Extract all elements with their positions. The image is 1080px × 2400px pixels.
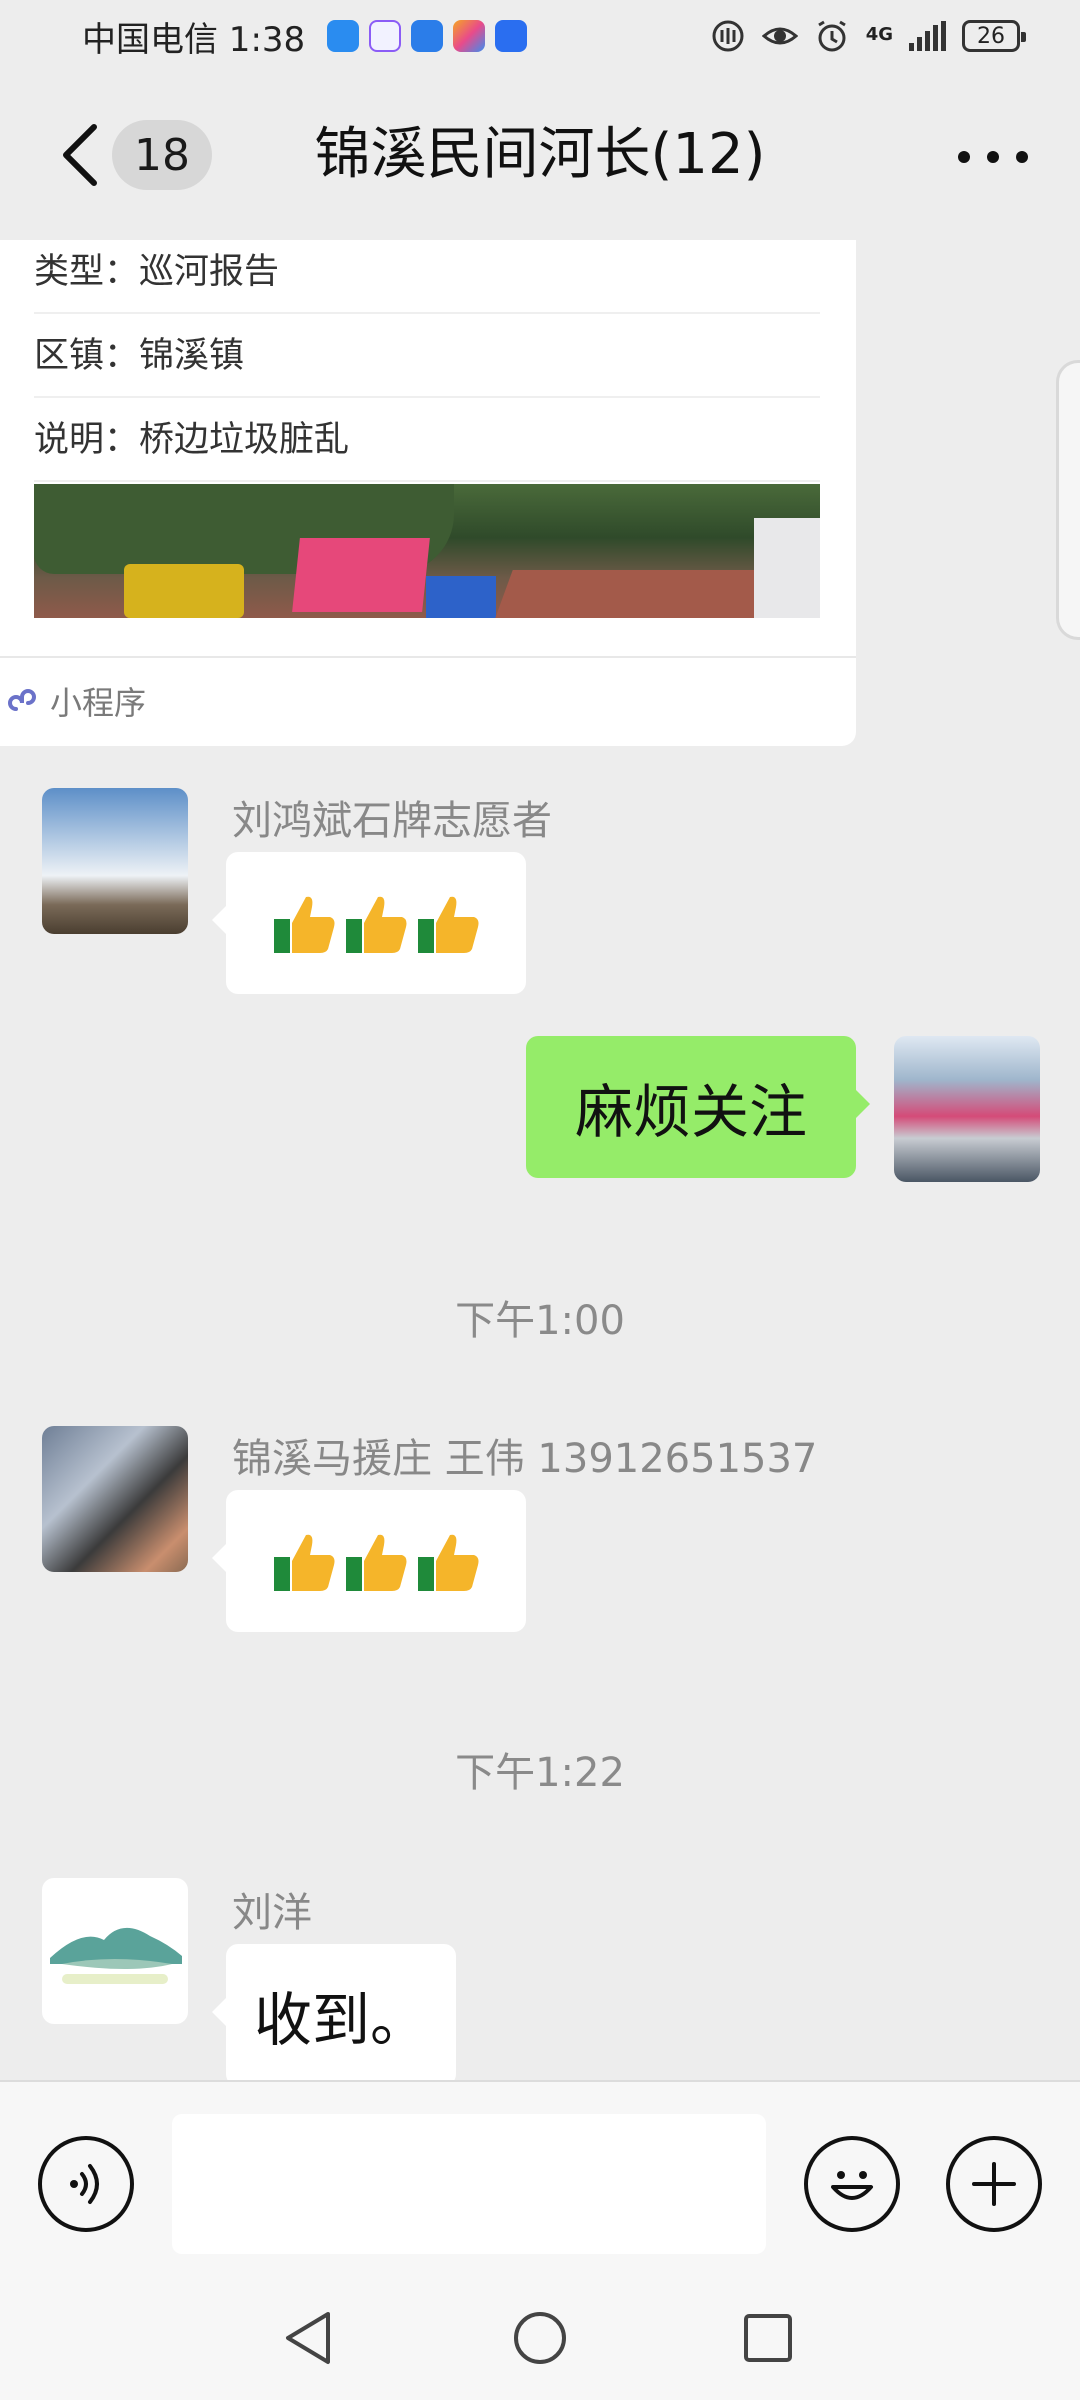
message-bubble-self[interactable]: 麻烦关注 xyxy=(526,1036,870,1178)
thumbs-up-icon xyxy=(418,896,479,953)
self-avatar[interactable] xyxy=(894,1036,1040,1182)
emoji-button[interactable] xyxy=(804,2136,900,2232)
weather-app-icon xyxy=(411,20,444,52)
dot xyxy=(1016,151,1028,163)
timestamp: 下午1:22 xyxy=(455,1750,625,1796)
timestamp: 下午1:00 xyxy=(455,1298,625,1344)
message-bubble[interactable]: 收到。 xyxy=(212,1944,456,2080)
card-row-district: 区镇：锦溪镇 xyxy=(34,314,820,398)
network-type-label: 4G xyxy=(865,24,893,45)
mini-program-card[interactable]: 类型：巡河报告 区镇：锦溪镇 说明：桥边垃圾脏乱 小程序 xyxy=(0,240,856,746)
input-bar xyxy=(0,2080,1080,2276)
mini-program-icon xyxy=(8,689,36,711)
sender-name: 锦溪马援庄 王伟 13912651537 xyxy=(232,1436,818,1482)
message-bubble[interactable] xyxy=(212,1490,526,1632)
alarm-icon xyxy=(817,20,846,52)
unread-count-badge[interactable]: 18 xyxy=(112,120,212,190)
notification-icons xyxy=(327,20,528,52)
more-options-button[interactable] xyxy=(958,132,1028,182)
cloud-app-icon xyxy=(327,20,360,52)
divider xyxy=(0,656,856,658)
message-text: 收到。 xyxy=(253,1986,428,2054)
eye-comfort-icon xyxy=(761,27,798,45)
sender-name: 刘鸿斌石牌志愿者 xyxy=(232,798,552,844)
dot xyxy=(987,151,999,163)
thumbs-up-emoji-group xyxy=(270,889,482,957)
message-list[interactable]: 类型：巡河报告 区镇：锦溪镇 说明：桥边垃圾脏乱 小程序 刘鸿斌石牌志愿者 麻烦… xyxy=(0,240,1080,2080)
avatar[interactable] xyxy=(42,1878,188,2024)
sender-name: 刘洋 xyxy=(232,1890,312,1936)
chat-header: 18 锦溪民间河长(12) xyxy=(0,72,1080,240)
status-left: 中国电信 1:38 xyxy=(82,12,528,61)
gallery-app-icon xyxy=(453,20,486,52)
message-text: 麻烦关注 xyxy=(574,1078,807,1146)
voice-input-button[interactable] xyxy=(38,2136,134,2232)
message-input[interactable] xyxy=(172,2114,766,2254)
thumbs-up-icon xyxy=(346,896,407,953)
status-right: 4G 26 xyxy=(710,18,1026,54)
card-row-description: 说明：桥边垃圾脏乱 xyxy=(34,398,820,482)
nav-recents-icon[interactable] xyxy=(736,2306,800,2370)
dot xyxy=(958,151,970,163)
avatar[interactable] xyxy=(42,1426,188,1572)
nfc-icon xyxy=(712,20,744,52)
thumbs-up-icon xyxy=(418,1534,479,1591)
tips-app-icon xyxy=(495,20,528,52)
battery-level: 26 xyxy=(977,23,1005,49)
mountain-landscape-icon xyxy=(50,1927,182,1984)
report-photo xyxy=(34,484,820,618)
nav-back-icon[interactable] xyxy=(278,2306,342,2370)
thumbs-up-icon xyxy=(346,1534,407,1591)
nav-home-icon[interactable] xyxy=(508,2306,572,2370)
card-row-type: 类型：巡河报告 xyxy=(34,240,820,314)
mini-program-label: 小程序 xyxy=(50,684,147,722)
carrier-time: 中国电信 1:38 xyxy=(82,19,306,60)
thumbs-up-icon xyxy=(274,896,335,953)
chevron-left-icon xyxy=(63,124,97,186)
music-app-icon xyxy=(369,20,402,52)
status-bar: 中国电信 1:38 4G 26 xyxy=(0,0,1080,72)
voice-icon xyxy=(70,2164,99,2204)
thumbs-up-icon xyxy=(274,1534,335,1591)
mini-program-footer: 小程序 xyxy=(6,666,146,736)
message-bubble[interactable] xyxy=(212,852,526,994)
avatar[interactable] xyxy=(42,788,188,934)
battery-icon: 26 xyxy=(962,20,1026,52)
back-button[interactable] xyxy=(50,120,110,190)
side-drawer-handle[interactable] xyxy=(1056,360,1080,640)
plus-icon xyxy=(972,2162,1016,2206)
signal-strength-icon xyxy=(909,21,946,51)
system-navigation-bar xyxy=(0,2276,1080,2400)
smiley-icon xyxy=(831,2171,873,2200)
more-functions-button[interactable] xyxy=(946,2136,1042,2232)
thumbs-up-emoji-group xyxy=(270,1527,482,1595)
